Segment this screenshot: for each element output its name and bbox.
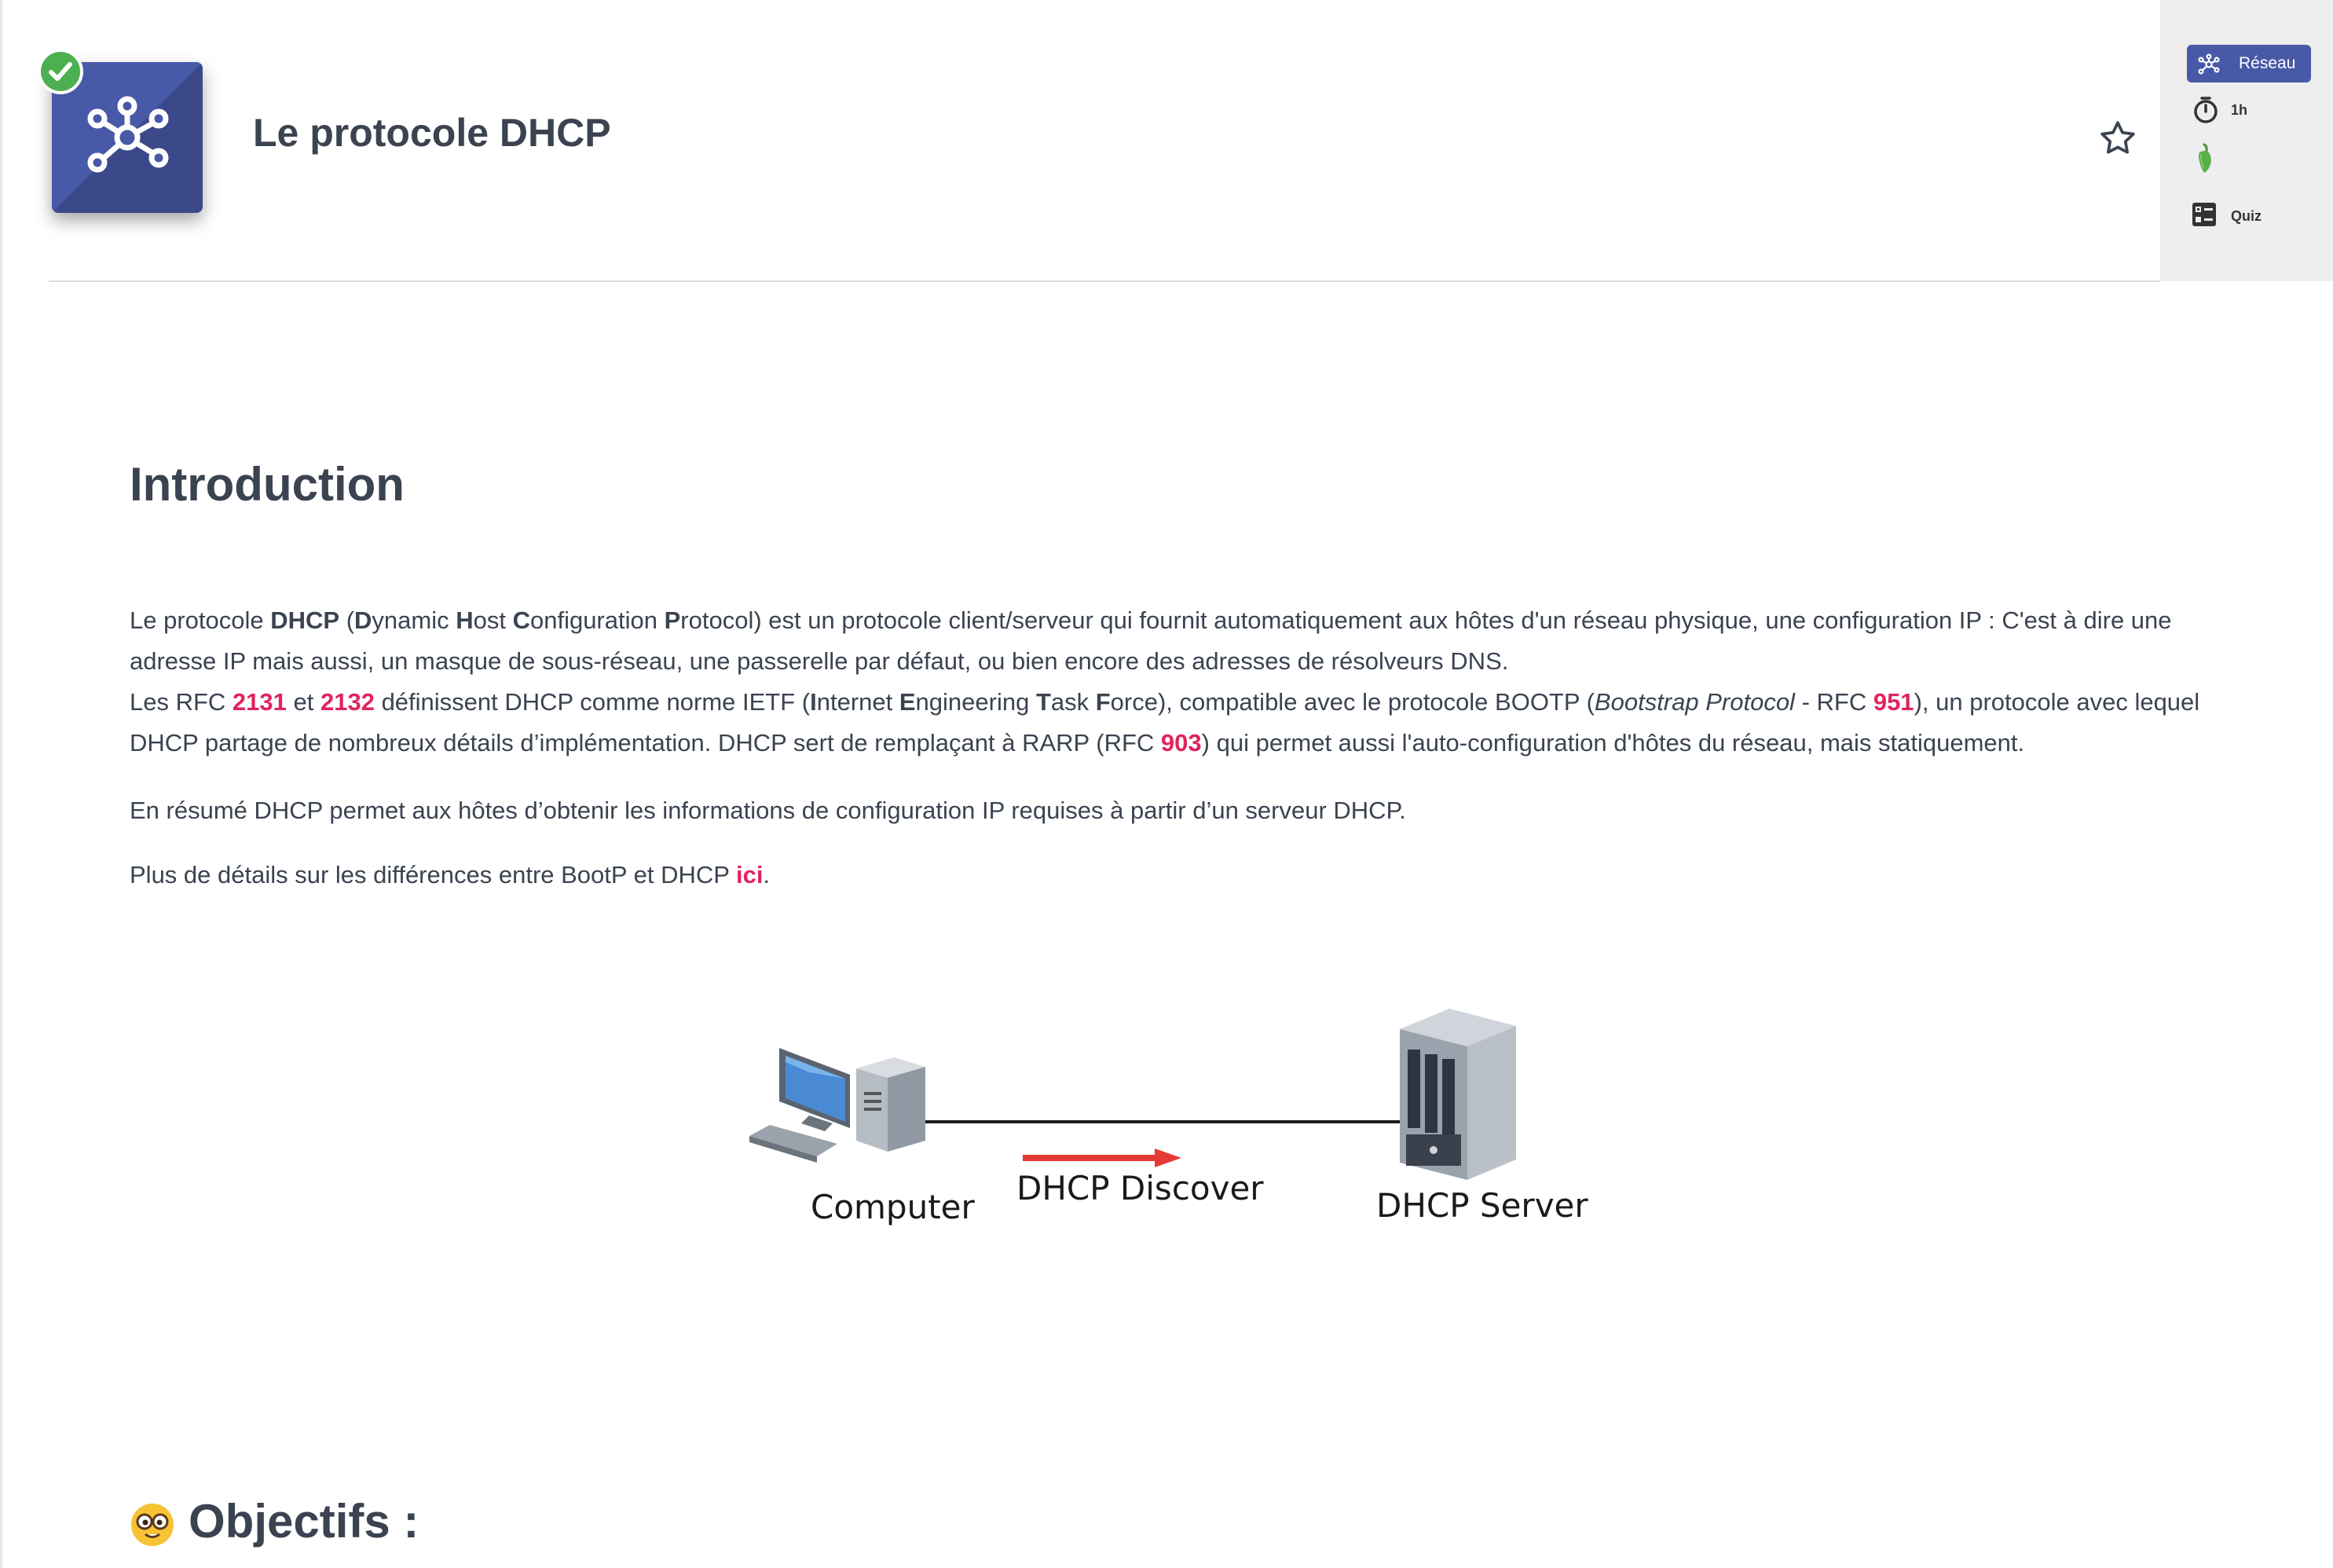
timer-icon xyxy=(2194,97,2218,123)
details-link[interactable]: ici xyxy=(736,861,763,888)
intro-paragraph-2: En résumé DHCP permet aux hôtes d’obteni… xyxy=(130,797,1406,824)
nerd-face-icon xyxy=(131,1504,174,1546)
network-icon xyxy=(2198,53,2220,75)
rfc-2131-link[interactable]: 2131 xyxy=(233,688,287,716)
pepper-icon xyxy=(2199,143,2211,173)
objectifs-heading: Objectifs : xyxy=(189,1495,419,1548)
page-title: Le protocole DHCP xyxy=(253,111,611,155)
network-icon xyxy=(87,96,169,173)
rfc-2132-link[interactable]: 2132 xyxy=(320,688,375,716)
introduction-heading: Introduction xyxy=(130,458,405,511)
server-icon xyxy=(1400,1009,1516,1180)
quiz-label: Quiz xyxy=(2231,208,2262,224)
server-label: DHCP Server xyxy=(1376,1186,1588,1225)
quiz-icon xyxy=(2192,203,2216,226)
completed-check-icon xyxy=(38,49,83,94)
computer-label: Computer xyxy=(811,1188,975,1226)
meta-panel: Réseau 1h Quiz xyxy=(2160,0,2333,281)
rfc-903-link[interactable]: 903 xyxy=(1161,729,1202,757)
dhcp-diagram: Computer DHCP Discover DHCP Server xyxy=(731,974,1595,1257)
duration-label: 1h xyxy=(2231,102,2248,118)
rfc-951-link[interactable]: 951 xyxy=(1873,688,1914,716)
favorite-star-button[interactable] xyxy=(2096,116,2140,160)
tag-reseau-label: Réseau xyxy=(2239,54,2296,72)
intro-paragraph-1: Le protocole DHCP (Dynamic Host Configur… xyxy=(130,606,2200,757)
arrow-label: DHCP Discover xyxy=(1016,1169,1264,1207)
lesson-header: Le protocole DHCP xyxy=(0,0,2160,282)
tag-reseau[interactable]: Réseau xyxy=(2187,45,2311,82)
intro-paragraph-3: Plus de détails sur les différences entr… xyxy=(130,861,771,888)
computer-icon xyxy=(749,1048,925,1163)
star-icon xyxy=(2100,121,2135,154)
header-divider xyxy=(49,280,2160,282)
